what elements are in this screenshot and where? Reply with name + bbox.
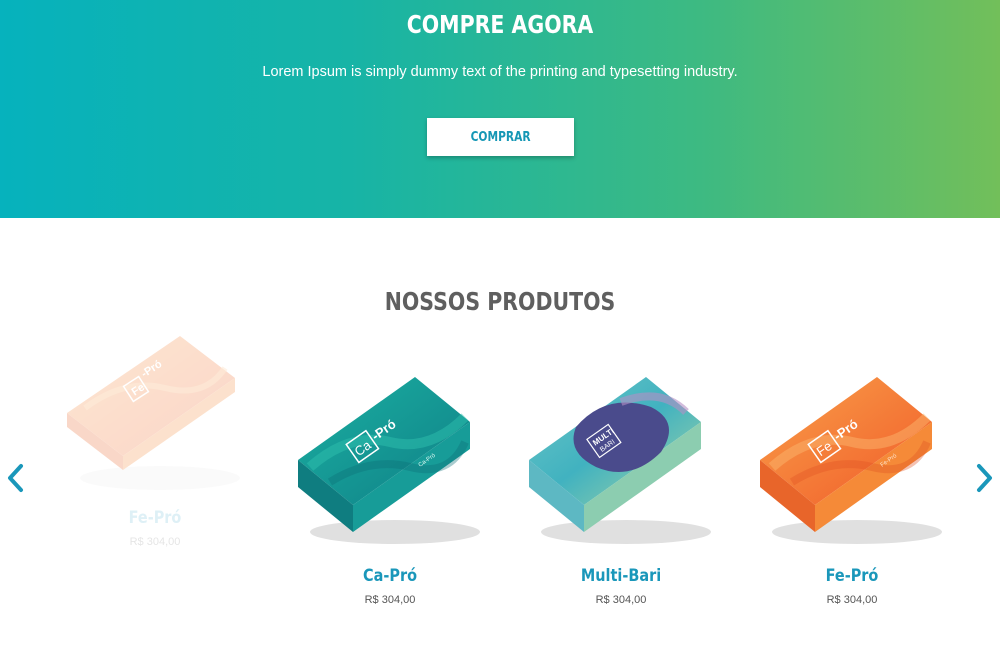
product-box-image: Ca -Pró Ca-Pró: [290, 372, 490, 552]
product-box-image: Fe -Pró: [55, 328, 255, 508]
product-card[interactable]: Fe -Pró Fe-Pró R$ 304,00: [55, 328, 255, 598]
chevron-left-icon: [8, 464, 23, 492]
buy-button[interactable]: COMPRAR: [427, 118, 574, 156]
hero-title: COMPRE AGORA: [406, 10, 594, 39]
product-name[interactable]: Fe-Pró: [70, 508, 240, 528]
product-box-image: Fe -Pró Fe-Pró: [752, 372, 952, 552]
product-card[interactable]: MULTI BARI Multi-Bari R$ 304,00: [521, 372, 721, 642]
product-price: R$ 304,00: [595, 594, 647, 606]
hero-banner: COMPRE AGORA Lorem Ipsum is simply dummy…: [0, 0, 1000, 218]
product-price: R$ 304,00: [364, 594, 416, 606]
carousel-next-button[interactable]: [972, 460, 998, 496]
chevron-right-icon: [977, 464, 992, 492]
buy-button-label: COMPRAR: [470, 129, 531, 145]
product-card[interactable]: Ca -Pró Ca-Pró Ca-Pró R$ 304,00: [290, 372, 490, 642]
product-box-image: MULTI BARI: [521, 372, 721, 552]
product-price: R$ 304,00: [129, 536, 181, 548]
carousel-prev-button[interactable]: [2, 460, 28, 496]
product-name[interactable]: Multi-Bari: [536, 566, 706, 586]
products-title: NOSSOS PRODUTOS: [384, 287, 616, 316]
product-name[interactable]: Ca-Pró: [305, 566, 475, 586]
product-price: R$ 304,00: [826, 594, 878, 606]
hero-description: Lorem Ipsum is simply dummy text of the …: [262, 64, 738, 80]
product-name[interactable]: Fe-Pró: [767, 566, 937, 586]
product-card[interactable]: Fe -Pró Fe-Pró Fe-Pró R$ 304,00: [752, 372, 952, 642]
